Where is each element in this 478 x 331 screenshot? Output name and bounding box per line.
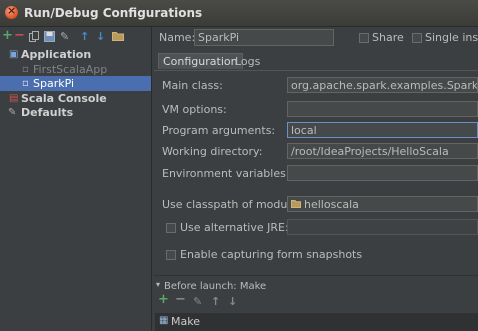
share-label: Share: [372, 31, 404, 44]
single-instance-label: Single insta: [425, 31, 478, 44]
program-arguments-field[interactable]: local: [287, 122, 478, 138]
remove-icon[interactable]: −: [175, 293, 186, 306]
add-icon[interactable]: +: [2, 29, 13, 42]
program-arguments-label: Program arguments:: [162, 124, 276, 137]
alternative-jre-label: Use alternative JRE:: [180, 221, 289, 234]
alternative-jre-checkbox[interactable]: [166, 223, 176, 233]
tab-configuration[interactable]: Configuration: [158, 53, 243, 69]
move-up-icon[interactable]: ↑: [80, 31, 89, 43]
tab-logs[interactable]: Logs: [231, 54, 264, 70]
wrench-icon[interactable]: ✎: [60, 31, 69, 43]
move-down-icon[interactable]: ↓: [228, 296, 237, 308]
working-directory-field[interactable]: /root/IdeaProjects/HelloScala: [287, 143, 478, 159]
make-icon: ▦: [159, 315, 169, 326]
before-launch-item-make[interactable]: ▦ Make: [155, 313, 478, 331]
wrench-icon: ✎: [8, 107, 17, 118]
main-class-label: Main class:: [162, 79, 223, 92]
collapse-icon[interactable]: ▾: [156, 280, 160, 289]
snapshots-label: Enable capturing form snapshots: [180, 248, 363, 261]
classpath-module-value: helloscala: [304, 198, 359, 211]
application-icon: ▣: [9, 49, 19, 60]
snapshots-checkbox[interactable]: [166, 250, 176, 260]
single-instance-checkbox[interactable]: [412, 33, 422, 43]
name-label: Name:: [159, 31, 196, 44]
save-icon[interactable]: [44, 31, 55, 45]
add-icon[interactable]: +: [158, 293, 169, 306]
copy-icon[interactable]: [29, 31, 39, 46]
tree-item-firstscalaapp[interactable]: ▫ FirstScalaApp: [0, 62, 151, 77]
alternative-jre-field[interactable]: [287, 219, 478, 235]
vm-options-field[interactable]: [287, 101, 478, 117]
tree-item-defaults[interactable]: ✎ Defaults: [0, 105, 151, 120]
environment-variables-field[interactable]: [287, 165, 478, 181]
environment-variables-label: Environment variables:: [162, 167, 290, 180]
name-field[interactable]: SparkPi: [194, 29, 334, 46]
tree-toolbar: + − ✎ ↑ ↓: [0, 29, 151, 46]
working-directory-label: Working directory:: [162, 145, 263, 158]
before-launch-title[interactable]: Before launch: Make: [164, 281, 266, 292]
vm-options-label: VM options:: [162, 103, 227, 116]
divider: [154, 275, 478, 276]
classpath-module-select[interactable]: helloscala: [287, 196, 478, 212]
move-down-icon[interactable]: ↓: [96, 31, 105, 43]
remove-icon[interactable]: −: [14, 29, 25, 42]
tree-item-sparkpi[interactable]: ▫ SparkPi: [0, 76, 151, 91]
tree-item-scala-console[interactable]: ▤ Scala Console: [0, 91, 151, 106]
before-launch-toolbar: + − ✎ ↑ ↓: [158, 293, 258, 310]
window-title: Run/Debug Configurations: [24, 6, 203, 20]
scala-console-icon: ▤: [9, 93, 19, 104]
main-class-field[interactable]: org.apache.spark.examples.SparkPi: [287, 77, 478, 93]
module-folder-icon: [291, 197, 301, 211]
folder-icon[interactable]: [112, 31, 124, 44]
app-config-icon: ▫: [22, 64, 29, 75]
tree-item-application[interactable]: ▣ Application: [0, 47, 151, 62]
edit-icon[interactable]: ✎: [193, 296, 202, 308]
share-checkbox[interactable]: [359, 33, 369, 43]
move-up-icon[interactable]: ↑: [211, 296, 220, 308]
close-icon: ×: [7, 4, 17, 17]
window-close-button[interactable]: ×: [5, 4, 18, 19]
app-config-icon: ▫: [22, 78, 29, 89]
classpath-module-label: Use classpath of module:: [162, 198, 301, 211]
